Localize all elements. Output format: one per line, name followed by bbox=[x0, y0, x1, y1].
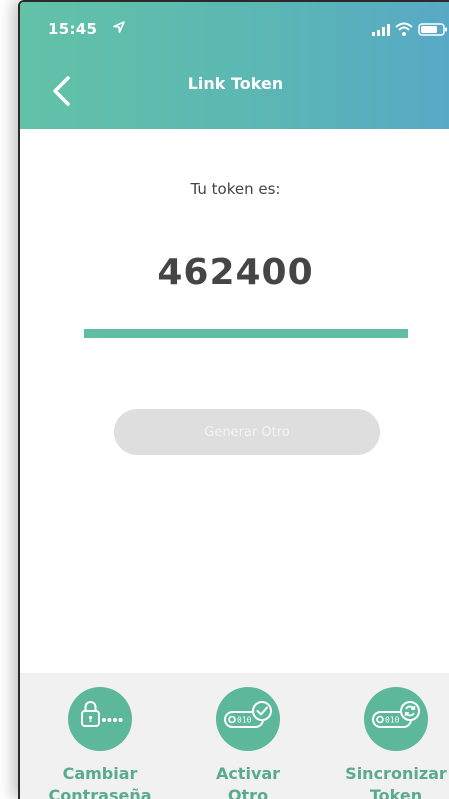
svg-text:010: 010 bbox=[385, 716, 400, 725]
token-progress-bar bbox=[84, 329, 408, 338]
change-password-label-line1: Cambiar bbox=[62, 764, 138, 783]
location-arrow-icon bbox=[113, 21, 125, 33]
sync-token-label-line1: Sincronizar bbox=[345, 764, 447, 783]
change-password-button[interactable]: Cambiar Contraseña bbox=[30, 687, 170, 799]
sync-token-circle: 010 bbox=[364, 687, 428, 751]
sync-token-button[interactable]: 010 Sincronizar Token bbox=[326, 687, 449, 799]
generate-another-button[interactable]: Generar Otro bbox=[114, 409, 380, 455]
battery-icon bbox=[418, 23, 447, 36]
lock-password-icon bbox=[81, 701, 123, 727]
status-time: 15:45 bbox=[48, 20, 98, 38]
token-progress-fill bbox=[84, 329, 408, 338]
activate-other-label-line1: Activar bbox=[215, 764, 281, 783]
token-sync-icon: 010 bbox=[372, 701, 420, 728]
token-value: 462400 bbox=[157, 252, 314, 293]
header: 15:45 Link Token bbox=[20, 2, 449, 129]
activate-other-circle: 010 bbox=[216, 687, 280, 751]
phone-screen: 15:45 Link Token Tu token es: 462400 Gen… bbox=[18, 0, 449, 799]
wifi-icon bbox=[395, 22, 413, 36]
token-label: Tu token es: bbox=[190, 180, 281, 198]
svg-text:010: 010 bbox=[237, 716, 252, 725]
signal-icon bbox=[372, 24, 390, 36]
token-activate-icon: 010 bbox=[224, 701, 272, 728]
bottom-action-bar: Cambiar Contraseña 010 Activar Otro 010 … bbox=[20, 673, 449, 799]
status-bar: 15:45 bbox=[20, 2, 449, 46]
activate-other-button[interactable]: 010 Activar Otro bbox=[178, 687, 318, 799]
page-title: Link Token bbox=[187, 74, 284, 93]
change-password-circle bbox=[68, 687, 132, 751]
